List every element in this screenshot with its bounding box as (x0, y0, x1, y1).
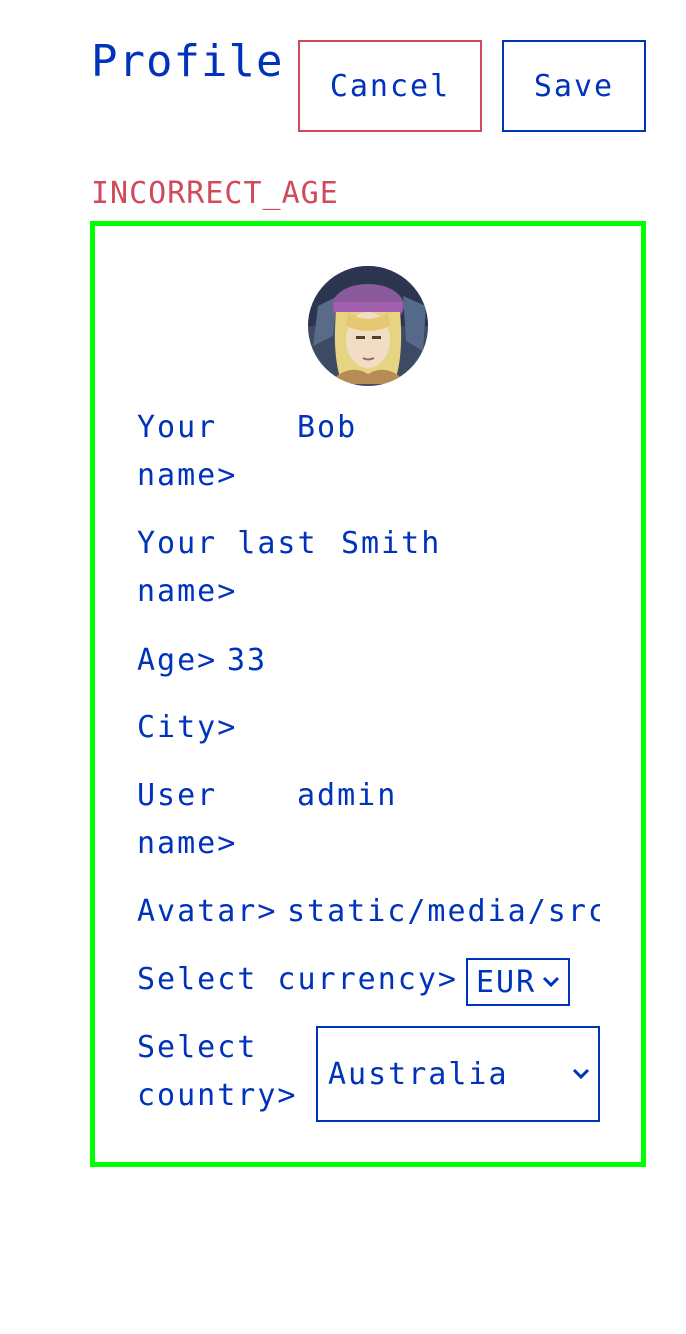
lastname-label: Your last (137, 526, 318, 561)
currency-label: Select currency> (137, 962, 458, 997)
city-input[interactable] (260, 704, 590, 752)
avatar-input[interactable]: static/media/src (287, 888, 600, 936)
avatar-image (308, 266, 428, 386)
lastname-input[interactable]: Smith (341, 520, 441, 568)
chevron-down-icon (572, 1068, 590, 1080)
country-label: Select (137, 1030, 258, 1065)
name-label: Your (137, 410, 218, 445)
username-label-line2: name> (137, 826, 238, 861)
name-label-line2: name> (137, 458, 238, 493)
lastname-label-line2: name> (137, 574, 238, 609)
cancel-button[interactable]: Cancel (298, 40, 482, 132)
age-input[interactable]: 33 (227, 637, 267, 685)
city-label: City> (137, 710, 238, 745)
country-select-value: Australia (328, 1056, 509, 1092)
country-label-line2: country> (137, 1078, 298, 1113)
username-input[interactable]: admin (297, 772, 397, 820)
avatar-label: Avatar> (137, 894, 278, 929)
age-label: Age> (137, 643, 218, 678)
error-message: INCORRECT_AGE (91, 176, 339, 211)
currency-select-value: EUR (476, 964, 537, 1000)
username-label: User (137, 778, 218, 813)
name-input[interactable]: Bob (297, 404, 357, 452)
avatar (308, 266, 428, 386)
currency-select[interactable]: EUR (466, 958, 570, 1006)
chevron-down-icon (542, 976, 560, 988)
save-button[interactable]: Save (502, 40, 646, 132)
country-select[interactable]: Australia (316, 1026, 600, 1122)
page-title: Profile (91, 36, 284, 87)
